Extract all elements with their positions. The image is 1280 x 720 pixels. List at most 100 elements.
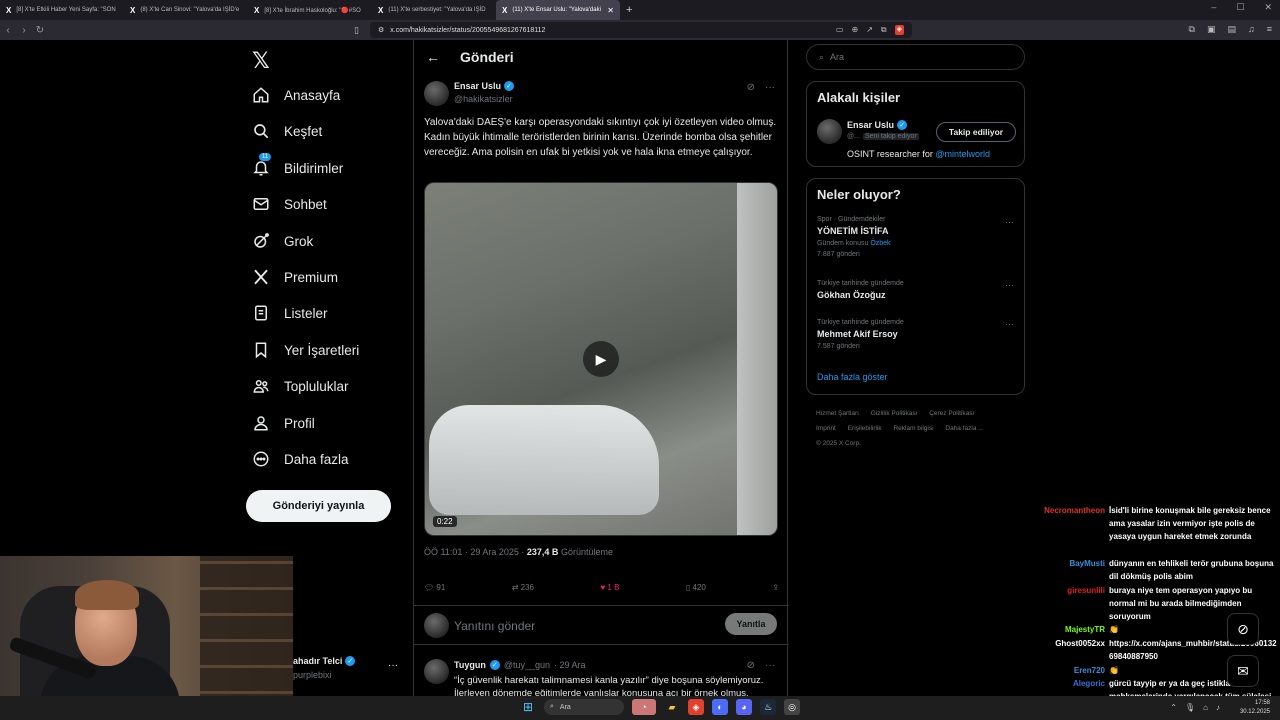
related-name[interactable]: Ensar Uslu ✓ <box>847 120 908 130</box>
footer-link[interactable]: Erişilebilirlik <box>848 425 882 432</box>
tweet-author-name[interactable]: Ensar Uslu ✓ <box>454 81 515 91</box>
forward-nav-icon[interactable]: › <box>16 25 32 36</box>
footer-link[interactable]: Imprint <box>816 425 836 432</box>
like-action[interactable]: ♥ 1 B <box>600 583 619 592</box>
browser-tab[interactable]: X [8] X'te Etkili Haber Yeni Sayfa: "SON <box>0 0 124 20</box>
close-tab-icon[interactable]: ✕ <box>607 6 614 15</box>
browser-tab-active[interactable]: X (11) X'te Ensar Uslu: "Yalova'daki ✕ <box>496 0 620 20</box>
back-nav-icon[interactable]: ‹ <box>0 25 16 36</box>
messages-float-icon[interactable]: ✉ <box>1227 655 1259 687</box>
nav-item-lists[interactable]: Listeler <box>252 301 328 325</box>
windows-start-icon[interactable]: ⊞ <box>520 699 536 715</box>
grok-float-icon[interactable]: ⊘ <box>1227 613 1259 645</box>
following-button[interactable]: Takip ediliyor <box>936 122 1016 142</box>
address-bar[interactable]: ⚙ x.com/hakikatsizler/status/20055496812… <box>370 22 912 38</box>
more-options-icon[interactable]: ··· <box>765 660 775 671</box>
reply-action[interactable]: 💬︎ 91 <box>424 583 445 592</box>
browser-tab[interactable]: X (8) X'te Can Sinovi: "Yalova'da IŞİD'e <box>124 0 248 20</box>
nav-item-communities[interactable]: Topluluklar <box>252 374 349 398</box>
search-input[interactable]: ⌕ Ara <box>806 44 1025 70</box>
post-button[interactable]: Gönderiyi yayınla <box>246 490 391 522</box>
retweet-action[interactable]: ⇄ 236 <box>512 583 534 592</box>
widget-icon[interactable]: ◔ <box>632 699 656 715</box>
trend-topic-link[interactable]: Özbek <box>870 240 890 247</box>
trend-item[interactable]: Spor · Gündemdekiler YÖNETİM İSTİFA Günd… <box>817 216 1017 258</box>
network-icon[interactable]: ⌂ <box>1203 703 1208 712</box>
account-more-icon[interactable]: ··· <box>388 660 398 671</box>
copy-link-icon[interactable]: ⧉ <box>881 25 887 35</box>
footer-link[interactable]: Çerez Politikası <box>929 410 974 417</box>
shield-icon[interactable]: ◈ <box>894 25 904 35</box>
trend-item[interactable]: Türkiye tarihinde gündemde Gökhan Özoğuz <box>817 280 1017 300</box>
more-options-icon[interactable]: ··· <box>765 82 775 93</box>
footer-link[interactable]: Hizmet Şartları <box>816 410 859 417</box>
nav-item-premium[interactable]: Premium <box>252 265 338 289</box>
share-icon[interactable]: ↗ <box>866 25 873 35</box>
video-player[interactable]: ▶ 0:22 <box>424 182 778 536</box>
obs-icon[interactable]: ◎ <box>784 699 800 715</box>
back-arrow-icon[interactable]: ← <box>426 49 440 65</box>
reload-icon[interactable]: ↻ <box>32 25 48 36</box>
grok-explain-icon[interactable]: ⊘ <box>747 660 755 671</box>
bio-link[interactable]: @mintelworld <box>935 149 990 159</box>
minimize-icon[interactable]: – <box>1211 2 1216 13</box>
nav-item-profile[interactable]: Profil <box>252 411 315 435</box>
reply-button[interactable]: Yanıtla <box>725 613 777 635</box>
nav-item-more[interactable]: Daha fazla <box>252 447 349 471</box>
x-logo-icon[interactable]: 𝕏 <box>252 48 270 74</box>
bookmark-action[interactable]: ▯ 420 <box>686 583 706 592</box>
account-handle[interactable]: purplebixi <box>293 670 332 680</box>
taskbar-search[interactable]: ⌕ Ara <box>544 699 624 715</box>
extensions-icon[interactable]: ⧉ <box>1189 24 1195 35</box>
sidebar-icon[interactable]: ▣ <box>1207 24 1216 35</box>
wallet-icon[interactable]: ▤ <box>1227 24 1236 35</box>
play-icon[interactable]: ▶ <box>583 341 619 377</box>
account-name[interactable]: ahadır Telci ✓ <box>293 656 356 666</box>
maximize-icon[interactable]: ☐ <box>1236 2 1244 13</box>
trend-item[interactable]: Türkiye tarihinde gündemde Mehmet Akif E… <box>817 319 1017 350</box>
avatar[interactable] <box>817 119 842 144</box>
reply-author-handle[interactable]: @tuy__gun <box>504 660 550 670</box>
nav-item-notifications[interactable]: 11 Bildirimler <box>252 153 343 180</box>
avatar[interactable] <box>424 81 449 106</box>
show-more-link[interactable]: Daha fazla göster <box>817 372 888 382</box>
folder-icon[interactable]: ▰ <box>664 699 680 715</box>
chevron-up-icon[interactable]: ⌃ <box>1170 703 1177 712</box>
footer-link[interactable]: Gizlilik Politikası <box>871 410 918 417</box>
nav-item-explore[interactable]: Keşfet <box>252 119 322 143</box>
nav-item-grok[interactable]: Grok <box>252 229 313 253</box>
more-options-icon[interactable]: ··· <box>1005 280 1014 290</box>
avatar[interactable] <box>424 659 449 684</box>
more-options-icon[interactable]: ··· <box>1005 319 1014 329</box>
brave-browser-icon[interactable]: ◈ <box>688 699 704 715</box>
media-icon[interactable]: ♫ <box>1248 24 1255 35</box>
browser-tab[interactable]: X [8] X'te İbrahim Haskoloğlu: "🔴#SO <box>248 0 372 20</box>
tweet-author-handle[interactable]: @hakikatsizler <box>454 94 513 104</box>
mic-icon[interactable]: 🎙︎ <box>1185 703 1195 712</box>
menu-icon[interactable]: ≡ <box>1267 24 1272 35</box>
browser-tab[interactable]: X (11) X'te serbestiyet: "Yalova'da IŞİD <box>372 0 496 20</box>
reply-author-name[interactable]: Tuygun <box>454 660 486 670</box>
nav-item-chat[interactable]: Sohbet <box>252 192 327 216</box>
tweet-time[interactable]: ÖÖ 11:01 · 29 Ara 2025 · <box>424 547 527 557</box>
clock[interactable]: 17:58 30.12.2025 <box>1240 699 1270 717</box>
site-settings-icon[interactable]: ⚙ <box>378 26 384 34</box>
zoom-icon[interactable]: ⊕ <box>851 25 858 35</box>
bookmark-page-icon[interactable]: ▯ <box>354 25 359 36</box>
share-icon[interactable]: ⇪ <box>772 583 779 592</box>
footer-link[interactable]: Daha fazla ... <box>945 425 983 432</box>
close-window-icon[interactable]: ✕ <box>1264 2 1272 13</box>
steam-icon[interactable]: ♨ <box>760 699 776 715</box>
grok-explain-icon[interactable]: ⊘ <box>747 82 755 93</box>
reply-date[interactable]: · 29 Ara <box>554 660 586 670</box>
volume-icon[interactable]: ♪ <box>1216 703 1220 712</box>
nav-item-bookmarks[interactable]: Yer İşaretleri <box>252 338 359 362</box>
new-tab-icon[interactable]: + <box>620 4 638 16</box>
footer-link[interactable]: Reklam bilgisi <box>893 425 933 432</box>
reader-icon[interactable]: ▭ <box>836 25 844 35</box>
nav-item-home[interactable]: Anasayfa <box>252 83 340 107</box>
copilot-icon[interactable]: ◐ <box>712 699 728 715</box>
discord-icon[interactable]: ◕ <box>736 699 752 715</box>
more-options-icon[interactable]: ··· <box>1005 217 1014 227</box>
reply-input[interactable]: Yanıtını gönder <box>454 619 535 633</box>
